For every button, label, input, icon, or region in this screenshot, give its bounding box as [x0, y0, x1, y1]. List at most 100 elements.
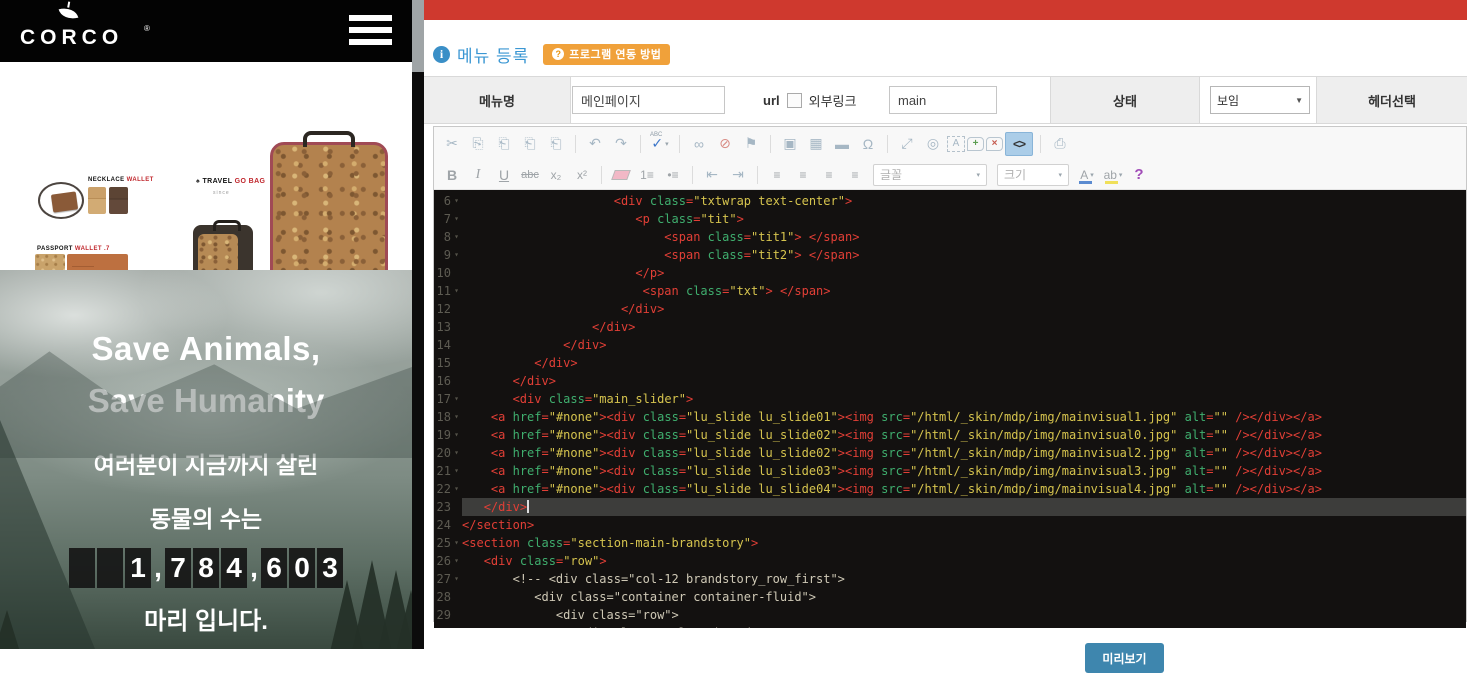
italic-button[interactable]: I — [466, 164, 490, 186]
fold-arrow-icon — [451, 588, 462, 606]
text-color-icon[interactable]: A▾ — [1075, 164, 1099, 186]
cut-icon[interactable]: ✂ — [440, 133, 464, 155]
fold-arrow-icon — [451, 318, 462, 336]
select-all-icon[interactable]: A — [947, 136, 965, 152]
code-line[interactable]: 11▾ <span class="txt"> </span> — [434, 282, 1466, 300]
accept-suggestion-icon[interactable]: + — [967, 137, 984, 151]
copy-icon[interactable]: ⎘ — [466, 133, 490, 155]
code-line[interactable]: 25▾<section class="section-main-brandsto… — [434, 534, 1466, 552]
bg-color-icon[interactable]: ab▾ — [1101, 164, 1125, 186]
redo-icon[interactable]: ↷ — [609, 133, 633, 155]
code-line[interactable]: 12 </div> — [434, 300, 1466, 318]
fold-arrow-icon[interactable]: ▾ — [451, 534, 462, 552]
fold-arrow-icon[interactable]: ▾ — [451, 228, 462, 246]
code-line[interactable]: 28 <div class="container container-fluid… — [434, 588, 1466, 606]
code-line[interactable]: 15 </div> — [434, 354, 1466, 372]
align-justify-icon[interactable]: ≡ — [843, 164, 867, 186]
outdent-icon[interactable]: ⇤ — [700, 164, 724, 186]
preview-scrollbar[interactable] — [412, 0, 424, 649]
fold-arrow-icon[interactable]: ▾ — [451, 480, 462, 498]
superscript-button[interactable]: x² — [570, 164, 594, 186]
about-help-icon[interactable]: ? — [1127, 164, 1151, 186]
paste-from-word-icon[interactable]: ⎗ — [544, 133, 568, 155]
horizontal-line-icon[interactable]: ▬ — [830, 133, 854, 155]
fold-arrow-icon[interactable]: ▾ — [451, 390, 462, 408]
link-icon[interactable]: ∞ — [687, 133, 711, 155]
font-select[interactable]: 글꼴▾ — [873, 164, 987, 186]
fold-arrow-icon[interactable]: ▾ — [451, 444, 462, 462]
code-line[interactable]: 29 <div class="row"> — [434, 606, 1466, 624]
spellcheck-icon[interactable]: ABC✓▾ — [648, 133, 672, 155]
align-left-icon[interactable]: ≡ — [765, 164, 789, 186]
align-center-icon[interactable]: ≡ — [791, 164, 815, 186]
find-icon[interactable]: ◎ — [921, 133, 945, 155]
code-line[interactable]: 27▾ <!-- <div class="col-12 brandstory_r… — [434, 570, 1466, 588]
size-select[interactable]: 크기▾ — [997, 164, 1069, 186]
fold-arrow-icon — [451, 498, 462, 516]
underline-button[interactable]: U — [492, 164, 516, 186]
maximize-icon[interactable]: ⤢ — [895, 133, 919, 155]
fold-arrow-icon[interactable]: ▾ — [451, 192, 462, 210]
fold-arrow-icon[interactable]: ▾ — [451, 246, 462, 264]
indent-icon[interactable]: ⇥ — [726, 164, 750, 186]
fold-arrow-icon[interactable]: ▾ — [451, 210, 462, 228]
special-char-icon[interactable]: Ω — [856, 133, 880, 155]
subscript-button[interactable]: x₂ — [544, 164, 568, 186]
fold-arrow-icon[interactable]: ▾ — [451, 282, 462, 300]
code-line[interactable]: 13 </div> — [434, 318, 1466, 336]
counter-comma: , — [248, 548, 260, 588]
source-code-area[interactable]: 6▾ <div class="txtwrap text-center">7▾ <… — [434, 190, 1466, 628]
anchor-flag-icon[interactable]: ⚑ — [739, 133, 763, 155]
strikethrough-button[interactable]: abc — [518, 164, 542, 186]
preview-scrollbar-thumb[interactable] — [412, 0, 424, 72]
code-line[interactable]: 9▾ <span class="tit2"> </span> — [434, 246, 1466, 264]
code-line[interactable]: 24</section> — [434, 516, 1466, 534]
fold-arrow-icon[interactable]: ▾ — [451, 462, 462, 480]
image-icon[interactable]: ▣ — [778, 133, 802, 155]
unlink-icon[interactable]: ⊘ — [713, 133, 737, 155]
bullet-list-icon[interactable]: •≡ — [661, 164, 685, 186]
source-button[interactable]: <> — [1005, 132, 1033, 156]
fold-arrow-icon[interactable]: ▾ — [451, 552, 462, 570]
fold-arrow-icon[interactable]: ▾ — [451, 426, 462, 444]
code-line[interactable]: 30 <div class="col-12 brandstory_textwra… — [434, 624, 1466, 628]
remove-format-icon[interactable] — [609, 164, 633, 186]
palm-icon: ♠ — [196, 178, 200, 185]
status-select[interactable]: 보임 ▼ — [1210, 86, 1310, 114]
code-line[interactable]: 18▾ <a href="#none"><div class="lu_slide… — [434, 408, 1466, 426]
menu-name-input[interactable] — [572, 86, 725, 114]
code-line[interactable]: 19▾ <a href="#none"><div class="lu_slide… — [434, 426, 1466, 444]
line-number: 15 — [434, 354, 451, 372]
code-line[interactable]: 17▾ <div class="main_slider"> — [434, 390, 1466, 408]
bold-button[interactable]: B — [440, 164, 464, 186]
fold-arrow-icon[interactable]: ▾ — [451, 408, 462, 426]
line-number: 23 — [434, 498, 451, 516]
save-button[interactable]: 미리보기 — [1085, 643, 1164, 673]
undo-icon[interactable]: ↶ — [583, 133, 607, 155]
code-line[interactable]: 22▾ <a href="#none"><div class="lu_slide… — [434, 480, 1466, 498]
ordered-list-icon[interactable]: 1≡ — [635, 164, 659, 186]
fold-arrow-icon[interactable]: ▾ — [451, 570, 462, 588]
code-line[interactable]: 16 </div> — [434, 372, 1466, 390]
code-line[interactable]: 10 </p> — [434, 264, 1466, 282]
toolbar-separator — [679, 135, 680, 153]
paste-icon[interactable]: ⎗ — [492, 133, 516, 155]
code-line[interactable]: 26▾ <div class="row"> — [434, 552, 1466, 570]
reject-suggestion-icon[interactable]: × — [986, 137, 1003, 151]
program-link-help-button[interactable]: ? 프로그램 연동 방법 — [543, 44, 670, 65]
print-icon[interactable]: ⎙ — [1048, 133, 1072, 155]
code-line[interactable]: 14 </div> — [434, 336, 1466, 354]
code-line[interactable]: 6▾ <div class="txtwrap text-center"> — [434, 192, 1466, 210]
code-line[interactable]: 23 </div> — [434, 498, 1466, 516]
code-line[interactable]: 20▾ <a href="#none"><div class="lu_slide… — [434, 444, 1466, 462]
table-icon[interactable]: ▦ — [804, 133, 828, 155]
code-line[interactable]: 8▾ <span class="tit1"> </span> — [434, 228, 1466, 246]
code-line[interactable]: 21▾ <a href="#none"><div class="lu_slide… — [434, 462, 1466, 480]
hamburger-menu-icon[interactable] — [349, 15, 392, 46]
question-icon: ? — [552, 48, 564, 60]
align-right-icon[interactable]: ≡ — [817, 164, 841, 186]
code-line[interactable]: 7▾ <p class="tit"> — [434, 210, 1466, 228]
paste-plaintext-icon[interactable]: ⎗ — [518, 133, 542, 155]
url-input[interactable] — [889, 86, 997, 114]
external-link-checkbox[interactable] — [787, 93, 802, 108]
